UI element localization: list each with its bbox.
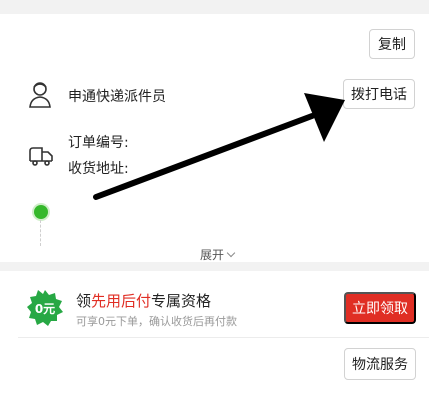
tracking-status-dot	[34, 205, 48, 219]
copy-button[interactable]: 复制	[369, 29, 415, 59]
call-button[interactable]: 拨打电话	[343, 79, 415, 109]
shipping-address-label: 收货地址:	[68, 161, 129, 177]
claim-button[interactable]: 立即领取	[344, 292, 416, 324]
tracking-timeline-line	[40, 220, 41, 246]
badge-text: 0元	[35, 302, 55, 316]
tracking-panel	[0, 14, 429, 262]
promo-title-highlight: 先用后付	[91, 292, 152, 310]
expand-label: 展开	[200, 248, 225, 262]
expand-toggle[interactable]: 展开	[200, 246, 236, 263]
promo-title: 领先用后付专属资格	[76, 290, 211, 311]
order-number-label: 订单编号:	[68, 135, 129, 151]
promo-title-prefix: 领	[76, 292, 92, 310]
zero-yuan-badge-icon: 0元	[27, 290, 63, 326]
chevron-down-icon	[226, 248, 236, 258]
promo-title-suffix: 专属资格	[151, 292, 212, 310]
truck-icon	[29, 147, 53, 166]
promo-subtitle: 可享0元下单，确认收货后再付款	[76, 315, 237, 328]
courier-label: 申通快递派件员	[68, 89, 166, 105]
divider	[18, 337, 429, 338]
person-icon	[29, 82, 51, 108]
logistics-service-button[interactable]: 物流服务	[344, 348, 416, 380]
